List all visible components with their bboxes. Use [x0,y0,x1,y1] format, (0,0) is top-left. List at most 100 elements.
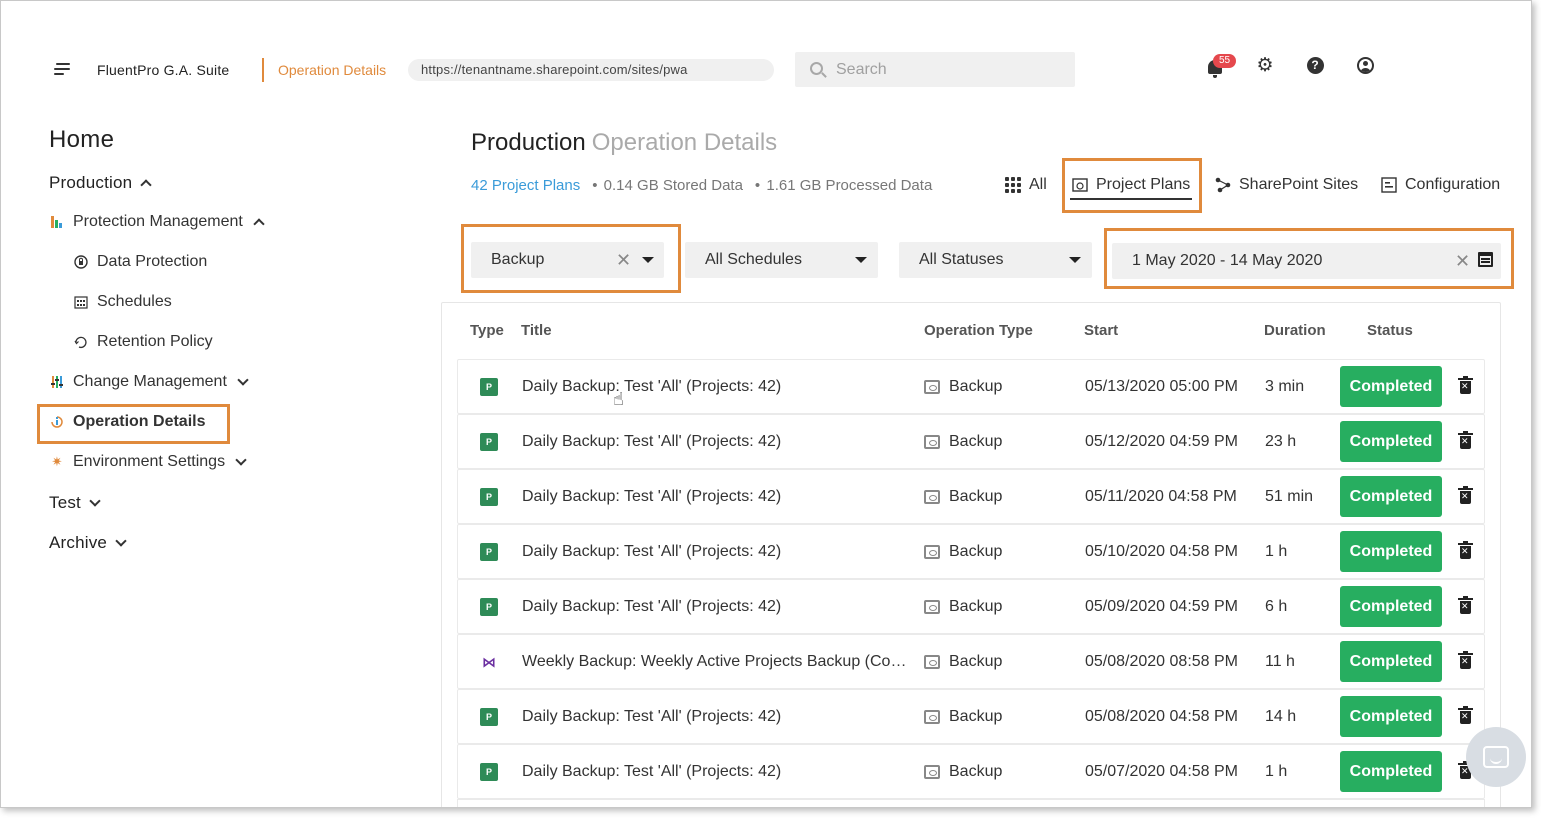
row-title[interactable]: Daily Backup: Test 'All' (Projects: 42) [522,433,907,451]
chat-launcher[interactable] [1466,727,1526,787]
row-title[interactable]: Weekly Backup: Weekly Active Projects Ba… [522,653,907,671]
column-header-duration[interactable]: Duration [1264,322,1326,339]
column-header-status[interactable]: Status [1367,322,1413,339]
cog-icon: ✷ [51,454,63,469]
table-row[interactable]: ⋈ Weekly Backup: Weekly Active Projects … [457,634,1485,689]
sidebar-group-label: Archive [49,533,108,552]
row-title[interactable]: Daily Backup: Test 'All' (Projects: 42) [522,708,907,726]
row-operation-label: Backup [949,488,1003,505]
delete-icon[interactable] [1458,431,1473,449]
sidebar-item-environment-settings[interactable]: ✷ Environment Settings [49,453,247,471]
backup-icon [924,655,940,669]
gear-icon[interactable]: ⚙ [1255,55,1275,76]
chat-icon [1483,746,1509,768]
calendar-icon [73,294,89,310]
search-icon [810,62,823,75]
chevron-down-icon [115,534,127,547]
date-range-picker[interactable]: 1 May 2020 - 14 May 2020 ✕ [1112,243,1501,279]
project-type-icon: P [480,708,498,726]
backup-icon [924,710,940,724]
status-badge: Completed [1340,366,1442,407]
sidebar-item-operation-details[interactable]: Operation Details [49,413,205,431]
menu-icon[interactable] [54,63,72,77]
clear-icon[interactable]: ✕ [616,250,631,271]
column-header-title[interactable]: Title [521,322,552,339]
table-row[interactable]: P Daily Backup: Test 'All' (Projects: 42… [457,524,1485,579]
table-row[interactable]: P Daily Backup: Test 'All' (Projects: 42… [457,359,1485,414]
tab-project-plans[interactable]: Project Plans [1072,176,1190,194]
tab-sharepoint-sites[interactable]: SharePoint Sites [1215,176,1358,194]
sidebar-group-test[interactable]: Test [49,493,101,513]
column-header-start[interactable]: Start [1084,322,1118,339]
row-start: 05/09/2020 04:59 PM [1085,598,1239,615]
row-start: 05/08/2020 08:58 PM [1085,653,1239,670]
row-operation-type: Backup [924,763,1002,781]
search-box[interactable] [795,52,1075,87]
select-value: All Schedules [705,251,802,268]
sidebar-item-retention-policy[interactable]: Retention Policy [73,333,213,351]
table-row[interactable]: P Daily Backup: Test 'All' (Projects: 42… [457,414,1485,469]
status-badge: Completed [1340,586,1442,627]
delete-icon[interactable] [1458,706,1473,724]
header-divider [262,58,264,82]
row-start: 05/07/2020 04:58 PM [1085,763,1239,780]
tab-all[interactable]: All [1005,176,1047,194]
tab-configuration[interactable]: Configuration [1381,176,1500,194]
project-plans-link[interactable]: 42 Project Plans [471,177,580,194]
column-header-operation-type[interactable]: Operation Type [924,322,1033,339]
row-title[interactable]: Daily Backup: Test 'All' (Projects: 42) [522,598,907,616]
user-icon[interactable] [1355,55,1375,75]
column-header-type[interactable]: Type [470,322,504,339]
project-type-icon: P [480,488,498,506]
delete-icon[interactable] [1458,596,1473,614]
delete-icon[interactable] [1458,541,1473,559]
chevron-down-icon [89,494,101,507]
backup-icon [924,545,940,559]
help-icon[interactable]: ? [1305,55,1325,75]
table-row[interactable]: P Daily Backup: Test 'All' (Projects: 42… [457,744,1485,799]
search-input[interactable] [836,60,1056,80]
sidebar-item-schedules[interactable]: Schedules [73,293,172,311]
row-start: 05/12/2020 04:59 PM [1085,433,1239,450]
sidebar-group-archive[interactable]: Archive [49,533,127,553]
table-row[interactable]: P Daily Backup: Test 'All' (Projects: 42… [457,469,1485,524]
statuses-select[interactable]: All Statuses [899,242,1092,278]
calendar-icon[interactable] [1478,252,1493,267]
row-duration: 23 h [1265,433,1297,450]
row-operation-type: Backup [924,378,1002,396]
row-operation-label: Backup [949,433,1003,450]
row-title[interactable]: Daily Backup: Test 'All' (Projects: 42) [522,378,907,396]
select-value: All Statuses [919,251,1004,268]
chevron-up-icon [253,218,265,230]
sidebar-home[interactable]: Home [49,126,114,154]
row-start: 05/08/2020 04:58 PM [1085,708,1239,725]
row-title[interactable]: Daily Backup: Test 'All' (Projects: 42) [522,543,907,561]
row-title[interactable]: Daily Backup: Test 'All' (Projects: 42) [522,488,907,506]
sidebar-item-label: Protection Management [73,213,243,230]
sidebar-group-production[interactable]: Production [49,173,152,193]
tab-label: All [1029,176,1047,193]
table-row[interactable]: P Daily Backup: Test 'All' (Projects: 42… [457,579,1485,634]
app-window: FluentPro G.A. Suite Operation Details h… [0,0,1532,808]
row-duration: 11 h [1265,653,1295,670]
row-start: 05/10/2020 04:58 PM [1085,543,1239,560]
delete-icon[interactable] [1458,376,1473,394]
row-operation-label: Backup [949,763,1003,780]
status-badge: Completed [1340,751,1442,792]
clear-icon[interactable]: ✕ [1455,251,1470,272]
table-row[interactable]: P Daily Backup: Test 'All' (Projects: 42… [457,689,1485,744]
grid-icon [1005,177,1021,193]
delete-icon[interactable] [1458,651,1473,669]
row-title[interactable]: Daily Backup: Test 'All' (Projects: 42) [522,763,907,781]
sidebar-item-protection-management[interactable]: Protection Management [49,213,265,231]
sidebar-item-data-protection[interactable]: Data Protection [73,253,207,271]
schedules-select[interactable]: All Schedules [685,242,878,278]
row-operation-type: Backup [924,708,1002,726]
sidebar-item-label: Retention Policy [97,333,213,350]
stored-data: 0.14 GB Stored Data [603,177,743,194]
sidebar-item-change-management[interactable]: Change Management [49,373,249,391]
row-operation-type: Backup [924,598,1002,616]
operation-type-select[interactable]: Backup ✕ [471,242,664,278]
backup-icon [924,600,940,614]
delete-icon[interactable] [1458,486,1473,504]
